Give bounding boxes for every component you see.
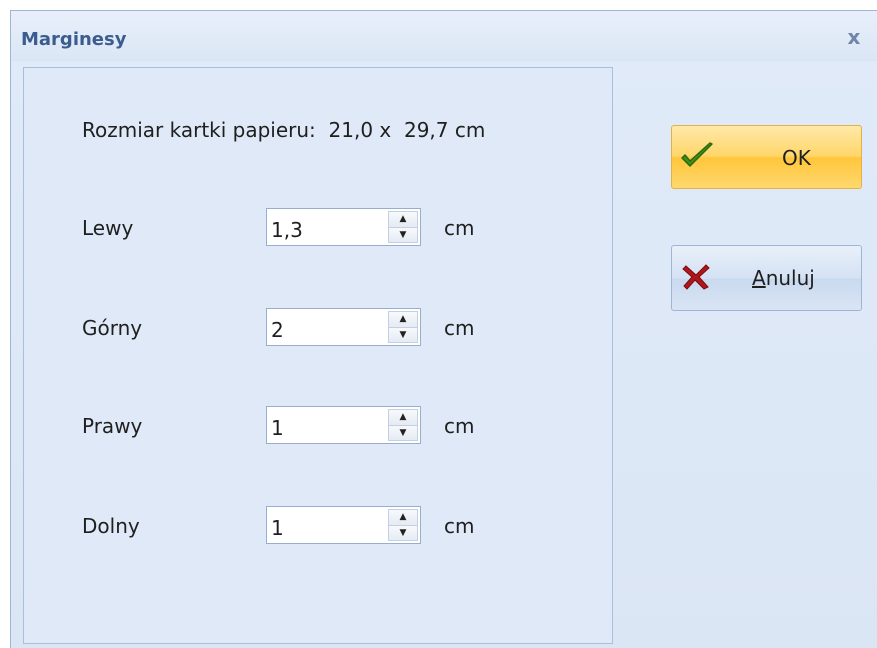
margin-left-value[interactable]: 1,3 bbox=[271, 218, 303, 242]
cancel-mnemonic: A bbox=[752, 266, 766, 290]
paper-size-unit: cm bbox=[454, 118, 486, 142]
margin-label-right: Prawy bbox=[82, 414, 143, 438]
paper-size-text: Rozmiar kartki papieru: 21,0 x 29,7 cm bbox=[82, 118, 485, 142]
cancel-button[interactable]: Anuluj bbox=[671, 245, 862, 311]
dialog-title: Marginesy bbox=[21, 29, 127, 50]
checkmark-icon bbox=[681, 142, 713, 167]
title-bar: Marginesy x bbox=[11, 11, 877, 61]
paper-size-label: Rozmiar kartki papieru: bbox=[82, 118, 316, 142]
x-icon bbox=[682, 264, 710, 290]
margin-row-top: Górny 2 ▲ ▼ cm bbox=[24, 308, 612, 348]
spin-down-icon[interactable]: ▼ bbox=[388, 425, 418, 441]
margin-unit-right: cm bbox=[444, 414, 475, 438]
cancel-label-rest: nuluj bbox=[765, 266, 815, 290]
spin-down-icon[interactable]: ▼ bbox=[388, 327, 418, 343]
margin-label-left: Lewy bbox=[82, 216, 134, 240]
spin-down-icon[interactable]: ▼ bbox=[388, 227, 418, 243]
spin-down-icon[interactable]: ▼ bbox=[388, 525, 418, 541]
margin-bottom-spinner[interactable]: 1 ▲ ▼ bbox=[266, 506, 421, 544]
margin-bottom-value[interactable]: 1 bbox=[271, 516, 284, 540]
margin-top-value[interactable]: 2 bbox=[271, 318, 284, 342]
ok-button-label: OK bbox=[782, 146, 811, 170]
ok-button[interactable]: OK bbox=[671, 125, 862, 189]
margin-row-right: Prawy 1 ▲ ▼ cm bbox=[24, 406, 612, 446]
paper-size-separator: x bbox=[379, 118, 392, 142]
paper-size-height: 29,7 bbox=[403, 118, 449, 142]
margin-left-spinner[interactable]: 1,3 ▲ ▼ bbox=[266, 208, 421, 246]
spin-up-icon[interactable]: ▲ bbox=[388, 211, 418, 228]
close-icon[interactable]: x bbox=[843, 26, 865, 48]
margin-right-spinner[interactable]: 1 ▲ ▼ bbox=[266, 406, 421, 444]
spin-up-icon[interactable]: ▲ bbox=[388, 409, 418, 426]
spin-up-icon[interactable]: ▲ bbox=[388, 311, 418, 328]
margin-unit-left: cm bbox=[444, 216, 475, 240]
margin-unit-bottom: cm bbox=[444, 514, 475, 538]
spin-up-icon[interactable]: ▲ bbox=[388, 509, 418, 526]
margin-row-bottom: Dolny 1 ▲ ▼ cm bbox=[24, 506, 612, 546]
margin-right-value[interactable]: 1 bbox=[271, 416, 284, 440]
margins-dialog: Marginesy x Rozmiar kartki papieru: 21,0… bbox=[10, 10, 877, 648]
margins-panel: Rozmiar kartki papieru: 21,0 x 29,7 cm L… bbox=[23, 67, 613, 644]
margin-label-top: Górny bbox=[82, 316, 143, 340]
margin-row-left: Lewy 1,3 ▲ ▼ cm bbox=[24, 208, 612, 248]
margin-label-bottom: Dolny bbox=[82, 514, 140, 538]
margin-unit-top: cm bbox=[444, 316, 475, 340]
paper-size-width: 21,0 bbox=[328, 118, 374, 142]
cancel-button-label: Anuluj bbox=[752, 266, 815, 290]
margin-top-spinner[interactable]: 2 ▲ ▼ bbox=[266, 308, 421, 346]
